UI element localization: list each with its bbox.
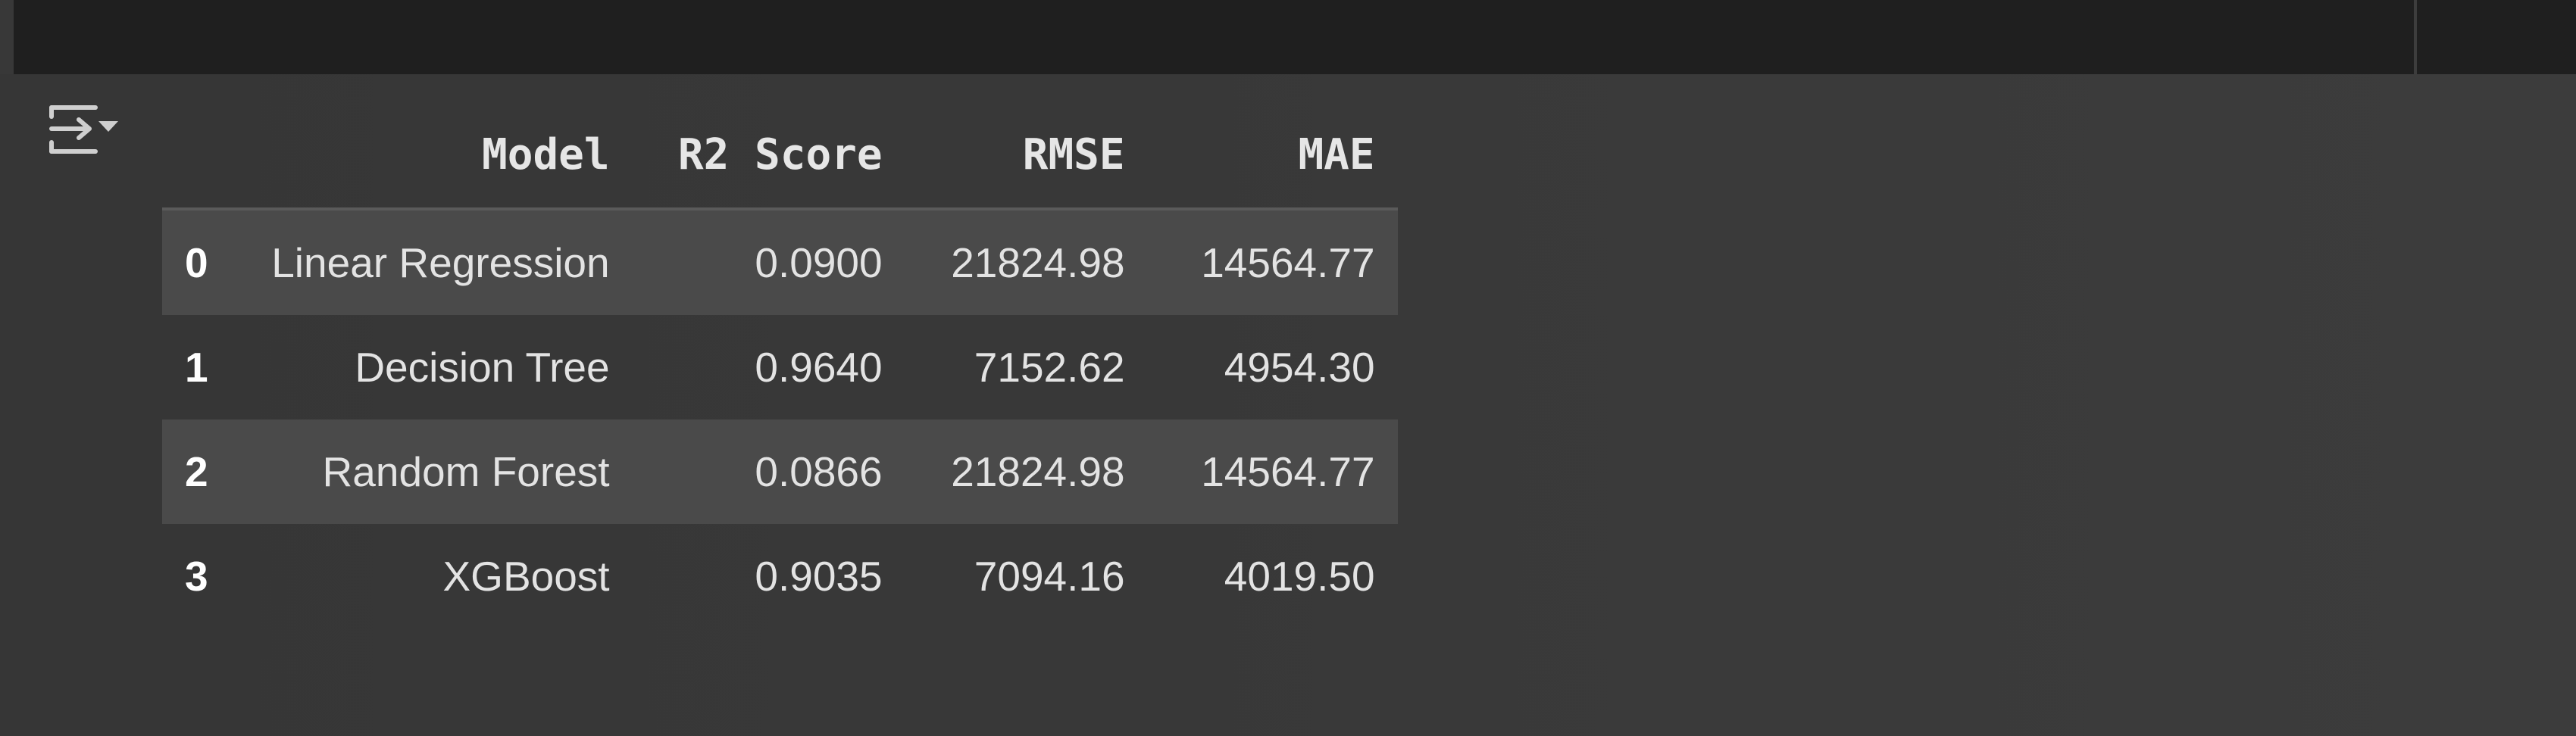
cell-rmse: 7094.16 xyxy=(974,553,1125,600)
cell-rmse: 21824.98 xyxy=(951,239,1125,286)
cell-r2-score: 0.9640 xyxy=(755,344,883,391)
cell-rmse: 7152.62 xyxy=(974,344,1125,391)
cell-r2-score: 0.9035 xyxy=(755,553,883,600)
table-row: 3 XGBoost 0.9035 7094.16 4019.50 xyxy=(162,524,1398,628)
cell-model: XGBoost xyxy=(442,553,610,600)
cell-mae: 14564.77 xyxy=(1201,239,1375,286)
output-collapse-icon xyxy=(49,105,118,154)
column-header-rmse: RMSE xyxy=(905,101,1148,211)
cell-r2-score: 0.0900 xyxy=(755,239,883,286)
column-header-r2-score: R2 Score xyxy=(632,101,905,211)
cell-model: Linear Regression xyxy=(271,239,610,286)
header-row: Model R2 Score RMSE MAE xyxy=(162,101,1398,211)
row-index: 1 xyxy=(185,344,208,391)
column-header-mae: MAE xyxy=(1147,101,1398,211)
column-header-model: Model xyxy=(230,101,633,211)
row-index: 0 xyxy=(185,239,208,286)
cell-divider xyxy=(2414,0,2417,74)
table-header: Model R2 Score RMSE MAE xyxy=(162,101,1398,211)
cell-model: Random Forest xyxy=(322,448,610,495)
cell-model: Decision Tree xyxy=(355,344,610,391)
row-index: 3 xyxy=(185,553,208,600)
cell-r2-score: 0.0866 xyxy=(755,448,883,495)
dataframe-table: Model R2 Score RMSE MAE 0 Linear Regress… xyxy=(162,101,1398,628)
table-body: 0 Linear Regression 0.0900 21824.98 1456… xyxy=(162,209,1398,628)
cell-mae: 4019.50 xyxy=(1224,553,1375,600)
table-row: 1 Decision Tree 0.9640 7152.62 4954.30 xyxy=(162,315,1398,419)
table-row: 2 Random Forest 0.0866 21824.98 14564.77 xyxy=(162,419,1398,524)
cell-mae: 14564.77 xyxy=(1201,448,1375,495)
cell-rmse: 21824.98 xyxy=(951,448,1125,495)
cell-mae: 4954.30 xyxy=(1224,344,1375,391)
index-header xyxy=(162,101,231,211)
table-row: 0 Linear Regression 0.0900 21824.98 1456… xyxy=(162,209,1398,315)
code-cell-input[interactable] xyxy=(14,0,2576,74)
row-index: 2 xyxy=(185,448,208,495)
output-toggle-button[interactable] xyxy=(45,98,121,162)
output-gutter xyxy=(0,74,152,736)
